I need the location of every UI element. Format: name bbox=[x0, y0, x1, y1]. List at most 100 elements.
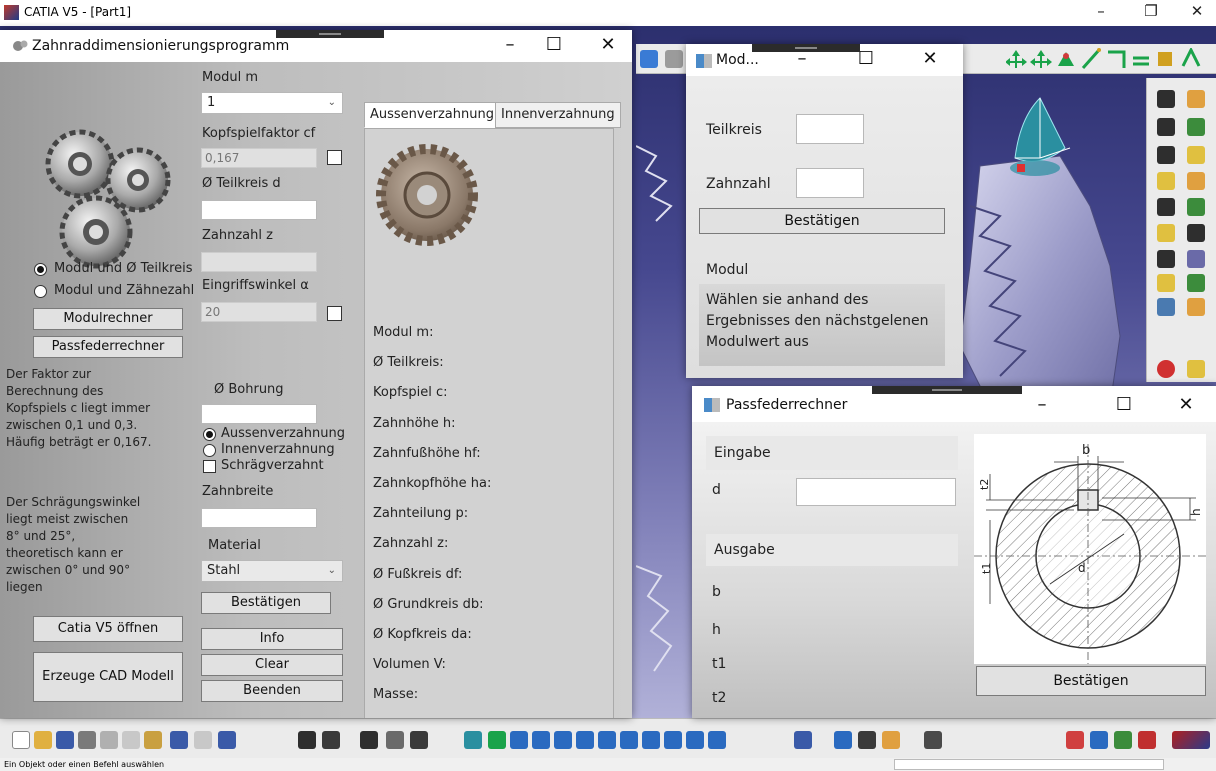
fly-mode-icon[interactable] bbox=[464, 731, 482, 749]
table-icon[interactable] bbox=[360, 731, 378, 749]
toolbar-tool-icon[interactable] bbox=[1157, 172, 1175, 190]
toolbar-tool-icon[interactable] bbox=[1187, 250, 1205, 268]
schraegverzahnt-checkbox[interactable] bbox=[203, 460, 216, 473]
toolbar-tool-icon[interactable] bbox=[1187, 90, 1205, 108]
open-folder-icon[interactable] bbox=[34, 731, 52, 749]
assembly-icon[interactable] bbox=[1114, 731, 1132, 749]
erzeuge-cad-button[interactable]: Erzeuge CAD Modell bbox=[33, 652, 183, 702]
beenden-button[interactable]: Beenden bbox=[201, 680, 343, 702]
part-icon[interactable] bbox=[1090, 731, 1108, 749]
help-icon[interactable] bbox=[218, 731, 236, 749]
print-icon[interactable] bbox=[78, 731, 96, 749]
radio-aussenverzahnung[interactable] bbox=[203, 428, 216, 441]
command-input[interactable] bbox=[894, 759, 1164, 770]
toolbar-tool-icon[interactable] bbox=[1157, 250, 1175, 268]
drag-handle[interactable] bbox=[276, 30, 384, 38]
catalog-icon[interactable] bbox=[386, 731, 404, 749]
eingriff-field[interactable]: 20 bbox=[201, 302, 317, 322]
teilkreis-field[interactable] bbox=[201, 200, 317, 220]
save-icon[interactable] bbox=[56, 731, 74, 749]
toolbar-tool-icon[interactable] bbox=[1187, 146, 1205, 164]
update-icon[interactable] bbox=[834, 731, 852, 749]
toolbar-tool-icon[interactable] bbox=[1157, 90, 1175, 108]
material-icon[interactable] bbox=[882, 731, 900, 749]
catia-minimize-button[interactable]: – bbox=[1086, 2, 1116, 20]
cut-icon[interactable] bbox=[100, 731, 118, 749]
drafting-icon[interactable] bbox=[1066, 731, 1084, 749]
modul-zahnzahl-field[interactable] bbox=[796, 168, 864, 198]
toolbar-tool-icon[interactable] bbox=[1157, 274, 1175, 292]
drag-handle[interactable] bbox=[752, 44, 860, 52]
radio-innenverzahnung[interactable] bbox=[203, 444, 216, 457]
pan-icon[interactable] bbox=[510, 731, 528, 749]
zahnzahl-field[interactable] bbox=[201, 252, 317, 272]
toolbar-tool-icon[interactable] bbox=[1157, 224, 1175, 242]
passfeder-bestaetigen-button[interactable]: Bestätigen bbox=[976, 666, 1206, 696]
material-select[interactable]: Stahl ⌄ bbox=[201, 560, 343, 582]
rotate-icon[interactable] bbox=[532, 731, 550, 749]
analysis-icon[interactable] bbox=[1138, 731, 1156, 749]
toolbar-tool-icon[interactable] bbox=[1157, 198, 1175, 216]
close-button[interactable]: ✕ bbox=[1166, 394, 1206, 415]
kopfspiel-field[interactable]: 0,167 bbox=[201, 148, 317, 168]
maximize-button[interactable]: ☐ bbox=[534, 34, 574, 55]
radio-modul-zaehnezahl[interactable] bbox=[34, 285, 47, 298]
hide-show-icon[interactable] bbox=[686, 731, 704, 749]
shading-icon[interactable] bbox=[664, 731, 682, 749]
toolbar-tool-icon[interactable] bbox=[1187, 274, 1205, 292]
paste-icon[interactable] bbox=[144, 731, 162, 749]
formula-icon[interactable] bbox=[298, 731, 316, 749]
info-button[interactable]: Info bbox=[201, 628, 343, 650]
multi-view-icon[interactable] bbox=[620, 731, 638, 749]
snapshot-icon[interactable] bbox=[794, 731, 812, 749]
catia-oeffnen-button[interactable]: Catia V5 öffnen bbox=[33, 616, 183, 642]
eingriff-checkbox[interactable] bbox=[327, 306, 342, 321]
tab-innenverzahnung[interactable]: Innenverzahnung bbox=[495, 102, 621, 128]
toolbar-tool-icon[interactable] bbox=[1187, 298, 1205, 316]
d-field[interactable] bbox=[796, 478, 956, 506]
toolbar-tool-icon[interactable] bbox=[1157, 146, 1175, 164]
toolbar-tool-icon[interactable] bbox=[1157, 298, 1175, 316]
modul-bestaetigen-button[interactable]: Bestätigen bbox=[699, 208, 945, 234]
tab-aussenverzahnung[interactable]: Aussenverzahnung bbox=[364, 102, 500, 128]
copy-icon[interactable] bbox=[122, 731, 140, 749]
knowledge-icon[interactable] bbox=[322, 731, 340, 749]
passfederrechner-button[interactable]: Passfederrechner bbox=[33, 336, 183, 358]
close-button[interactable]: ✕ bbox=[588, 34, 628, 55]
toolbar-tool-icon[interactable] bbox=[1187, 224, 1205, 242]
toolbar-tool-icon[interactable] bbox=[1187, 172, 1205, 190]
clear-button[interactable]: Clear bbox=[201, 654, 343, 676]
iso-view-icon[interactable] bbox=[642, 731, 660, 749]
toolbar-tool-icon[interactable] bbox=[1187, 360, 1205, 378]
compass-icon[interactable] bbox=[985, 88, 1095, 198]
camera-icon[interactable] bbox=[924, 731, 942, 749]
normal-view-icon[interactable] bbox=[598, 731, 616, 749]
modul-teilkreis-field[interactable] bbox=[796, 114, 864, 144]
toolbar-tool-icon[interactable] bbox=[1157, 118, 1175, 136]
kopfspiel-checkbox[interactable] bbox=[327, 150, 342, 165]
stop-icon[interactable] bbox=[1157, 360, 1175, 378]
catia-close-button[interactable]: ✕ bbox=[1182, 2, 1212, 20]
zoom-out-icon[interactable] bbox=[576, 731, 594, 749]
close-button[interactable]: ✕ bbox=[910, 48, 950, 69]
radio-modul-teilkreis[interactable] bbox=[34, 263, 47, 276]
toolbar-tool-icon[interactable] bbox=[1187, 118, 1205, 136]
modul-select[interactable]: 1 ⌄ bbox=[201, 92, 343, 114]
toolbar-tool-icon[interactable] bbox=[640, 50, 658, 68]
swap-space-icon[interactable] bbox=[708, 731, 726, 749]
zahnbreite-field[interactable] bbox=[201, 508, 317, 528]
drag-handle[interactable] bbox=[872, 386, 1022, 394]
measure-icon[interactable] bbox=[410, 731, 428, 749]
maximize-button[interactable]: ☐ bbox=[1104, 394, 1144, 415]
undo-icon[interactable] bbox=[170, 731, 188, 749]
new-file-icon[interactable] bbox=[12, 731, 30, 749]
modulrechner-button[interactable]: Modulrechner bbox=[33, 308, 183, 330]
minimize-button[interactable]: – bbox=[490, 34, 530, 55]
tools-icon[interactable] bbox=[858, 731, 876, 749]
bestaetigen-button[interactable]: Bestätigen bbox=[201, 592, 331, 614]
zoom-in-icon[interactable] bbox=[554, 731, 572, 749]
toolbar-tool-icon[interactable] bbox=[665, 50, 683, 68]
catia-maximize-button[interactable]: ❐ bbox=[1136, 2, 1166, 20]
minimize-button[interactable]: – bbox=[1022, 394, 1062, 415]
bohrung-field[interactable] bbox=[201, 404, 317, 424]
